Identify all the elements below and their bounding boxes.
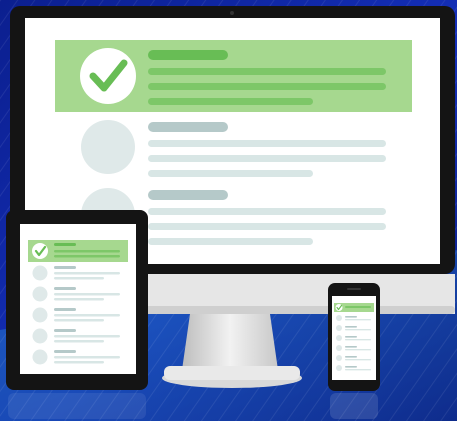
phone-row-line xyxy=(345,359,371,361)
tablet-row-title xyxy=(54,308,76,311)
tablet-row-line xyxy=(54,319,104,322)
row-line xyxy=(148,140,386,147)
tablet-row-title xyxy=(54,350,76,353)
camera-dot xyxy=(230,11,234,15)
phone-row-avatar xyxy=(336,365,342,371)
tablet-row-title xyxy=(54,266,76,269)
phone-row-line xyxy=(345,369,371,371)
tablet-row-avatar xyxy=(32,349,48,365)
phone xyxy=(328,283,380,419)
highlight-line-2 xyxy=(148,83,386,90)
highlight-line-1 xyxy=(148,68,386,75)
tablet-row-avatar xyxy=(32,265,48,281)
tablet-row-line xyxy=(54,314,120,317)
phone-row-line xyxy=(345,329,371,331)
tablet-line xyxy=(54,250,120,253)
tablet-reflection xyxy=(8,393,146,419)
phone-reflection xyxy=(330,393,378,419)
row-line xyxy=(148,155,386,162)
phone-row-title xyxy=(345,346,357,348)
row-title-bar xyxy=(148,190,228,200)
phone-row-title xyxy=(345,326,357,328)
row-line xyxy=(148,223,386,230)
phone-row-title xyxy=(345,336,357,338)
phone-row-line xyxy=(345,339,371,341)
row-line xyxy=(148,238,313,245)
phone-row-title xyxy=(345,356,357,358)
tablet-row-line xyxy=(54,293,120,296)
phone-row-avatar xyxy=(336,335,342,341)
tablet-row-line xyxy=(54,335,120,338)
tablet-row-line xyxy=(54,277,104,280)
tablet-row-line xyxy=(54,361,104,364)
row-line xyxy=(148,170,313,177)
phone-row-avatar xyxy=(336,325,342,331)
monitor-stand-base-top xyxy=(164,366,300,380)
tablet-row-title xyxy=(54,329,76,332)
tablet-row-avatar xyxy=(32,328,48,344)
phone-highlight-line xyxy=(345,306,371,308)
tablet-row-avatar xyxy=(32,286,48,302)
phone-row-line xyxy=(345,319,371,321)
tablet-row-line xyxy=(54,356,120,359)
tablet-row-avatar xyxy=(32,307,48,323)
phone-row-title xyxy=(345,366,357,368)
phone-row-avatar xyxy=(336,355,342,361)
check-circle-icon xyxy=(80,48,136,104)
phone-row-line xyxy=(345,349,371,351)
tablet-row-title xyxy=(54,287,76,290)
phone-speaker xyxy=(347,288,361,290)
monitor-stand-neck xyxy=(182,314,278,370)
row-avatar xyxy=(81,120,135,174)
row-title-bar xyxy=(148,122,228,132)
scene-illustration xyxy=(0,0,457,421)
phone-row-avatar xyxy=(336,345,342,351)
tablet-title-bar xyxy=(54,243,76,246)
tablet-row-line xyxy=(54,298,104,301)
phone-row-title xyxy=(345,316,357,318)
tablet-check-circle-icon xyxy=(32,243,48,259)
tablet-line xyxy=(54,255,120,258)
highlight-line-3 xyxy=(148,98,313,105)
phone-row-avatar xyxy=(336,315,342,321)
tablet xyxy=(6,210,148,390)
row-line xyxy=(148,208,386,215)
tablet-row-line xyxy=(54,272,120,275)
highlight-title-bar xyxy=(148,50,228,60)
tablet-row-line xyxy=(54,340,104,343)
